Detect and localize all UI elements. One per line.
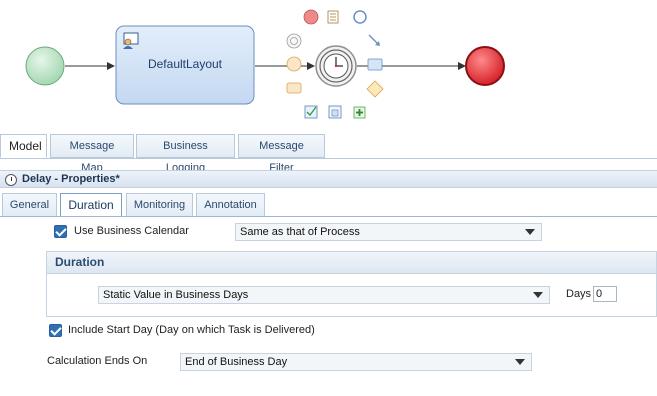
- include-start-day-label: Include Start Day (Day on which Task is …: [68, 324, 315, 336]
- checklist-palette-icon: [304, 105, 318, 119]
- end-event-palette-icon: [303, 9, 319, 25]
- calculation-ends-label: Calculation Ends On: [47, 355, 148, 367]
- refresh-palette-icon: [353, 10, 367, 24]
- duration-type-select[interactable]: Static Value in Business Days: [98, 286, 550, 304]
- days-input[interactable]: 0: [593, 286, 617, 302]
- gateway-palette-icon: [366, 80, 384, 98]
- calculation-ends-select[interactable]: End of Business Day: [180, 353, 532, 371]
- duration-section-title: Duration: [47, 252, 656, 274]
- chevron-down-icon: [525, 229, 535, 235]
- add-palette-icon: [353, 106, 366, 119]
- envelope-palette-icon: [286, 82, 302, 94]
- tab-duration[interactable]: Duration: [60, 193, 122, 217]
- calendar-select[interactable]: Same as that of Process: [235, 223, 542, 241]
- tab-monitoring[interactable]: Monitoring: [126, 193, 193, 217]
- chevron-down-icon: [515, 359, 525, 365]
- tab-divider: [0, 158, 657, 159]
- calculation-ends-select-value: End of Business Day: [185, 356, 288, 368]
- duration-section: Duration: [46, 251, 657, 317]
- connector-palette-icon: [368, 34, 380, 46]
- chevron-down-icon: [533, 292, 543, 298]
- process-canvas[interactable]: DefaultLayout: [0, 0, 657, 134]
- tab-general[interactable]: General: [2, 193, 57, 217]
- use-business-calendar-checkbox[interactable]: [54, 225, 67, 238]
- task-label: DefaultLayout: [147, 57, 223, 71]
- properties-panel-title: Delay - Properties*: [22, 173, 120, 185]
- properties-panel-header: Delay - Properties*: [0, 170, 657, 188]
- tab-model[interactable]: Model: [0, 134, 47, 158]
- property-tab-divider: [0, 216, 657, 217]
- message-event-palette-icon: [286, 56, 302, 72]
- days-label: Days: [566, 288, 592, 300]
- include-start-day-checkbox[interactable]: [49, 324, 62, 337]
- tab-message-map[interactable]: Message Map: [50, 134, 134, 174]
- process-diagram: [25, 9, 505, 119]
- annotation-palette-icon: [327, 10, 339, 24]
- tab-business-logging[interactable]: Business Logging: [136, 134, 235, 174]
- subprocess-palette-icon: [328, 105, 342, 119]
- calendar-select-value: Same as that of Process: [240, 226, 360, 238]
- tab-annotation[interactable]: Annotation: [196, 193, 265, 217]
- task-palette-icon: [367, 58, 383, 71]
- tab-message-filter[interactable]: Message Filter: [238, 134, 325, 174]
- end-event: [465, 46, 505, 86]
- use-business-calendar-label: Use Business Calendar: [74, 225, 189, 237]
- start-event: [25, 46, 65, 86]
- timer-palette-icon: [286, 33, 302, 49]
- timer-icon: [5, 174, 17, 186]
- duration-type-select-value: Static Value in Business Days: [103, 289, 249, 301]
